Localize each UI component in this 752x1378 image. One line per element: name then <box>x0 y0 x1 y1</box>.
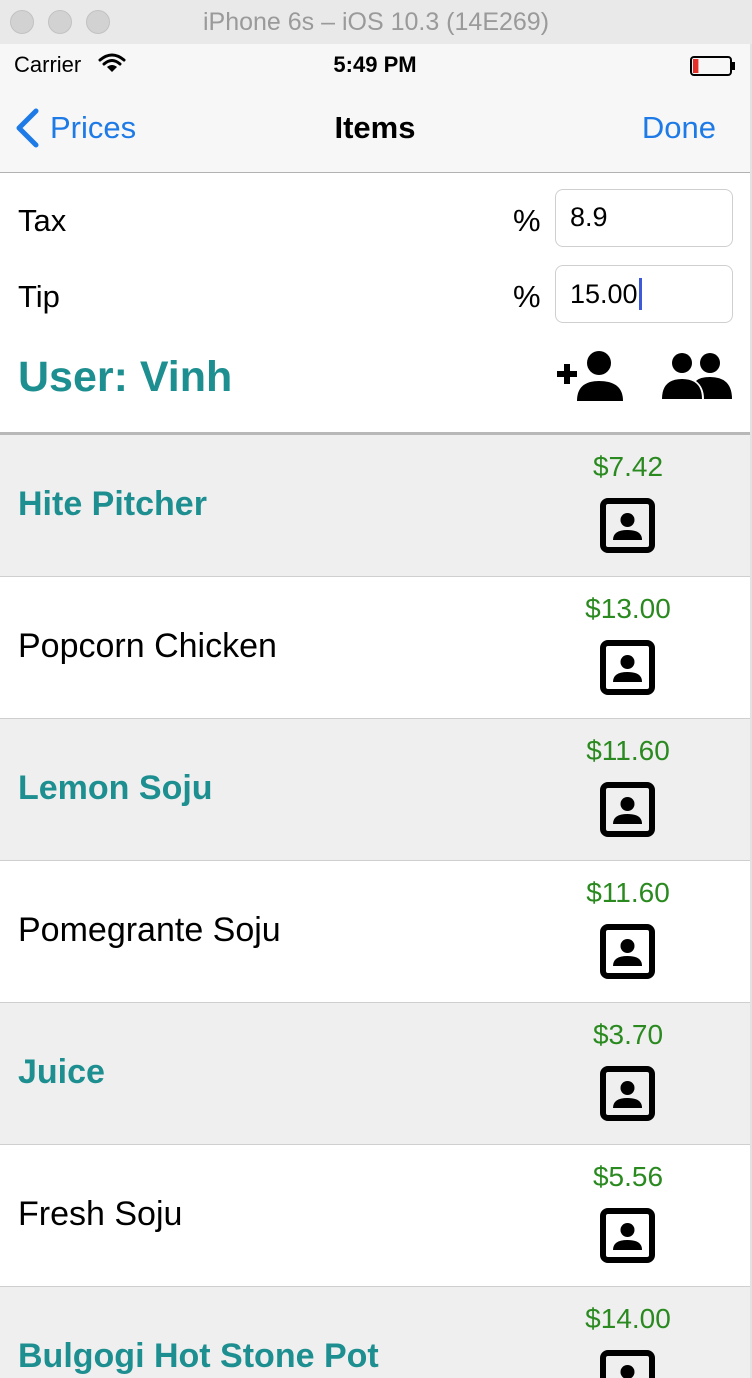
tax-input[interactable]: 8.9 <box>555 189 733 247</box>
item-price: $14.00 <box>585 1303 671 1334</box>
back-button-label: Prices <box>50 110 137 145</box>
battery-icon <box>690 56 735 76</box>
settings-panel: Tax % 8.9 Tip % 15.00 User: Vinh <box>0 173 750 432</box>
back-chevron-icon <box>16 108 39 148</box>
status-bar: Carrier 5:49 PM <box>0 44 750 84</box>
contact-icon[interactable] <box>600 1208 655 1263</box>
item-name: Popcorn Chicken <box>18 627 277 665</box>
group-icon[interactable] <box>660 351 732 401</box>
contact-icon[interactable] <box>600 498 655 553</box>
item-name: Bulgogi Hot Stone Pot <box>18 1337 379 1375</box>
list-item[interactable]: Pomegrante Soju $11.60 <box>0 861 750 1003</box>
list-item[interactable]: Lemon Soju $11.60 <box>0 719 750 861</box>
add-user-icon[interactable] <box>555 349 627 403</box>
contact-icon[interactable] <box>600 1066 655 1121</box>
tip-input[interactable]: 15.00 <box>555 265 733 323</box>
window-title: iPhone 6s – iOS 10.3 (14E269) <box>202 8 550 36</box>
item-price: $7.42 <box>592 451 664 482</box>
contact-icon[interactable] <box>600 782 655 837</box>
current-user-title: User: Vinh <box>18 353 233 401</box>
items-list: Hite Pitcher $7.42 Popcorn Chicken $13.0… <box>0 432 750 1378</box>
list-item[interactable]: Bulgogi Hot Stone Pot $14.00 <box>0 1287 750 1378</box>
simulator-title-bar: iPhone 6s – iOS 10.3 (14E269) <box>0 0 752 45</box>
list-item[interactable]: Popcorn Chicken $13.00 <box>0 577 750 719</box>
tax-label: Tax <box>18 203 67 238</box>
item-price: $13.00 <box>585 593 671 624</box>
item-price: $11.60 <box>586 735 670 766</box>
item-name: Hite Pitcher <box>18 485 207 523</box>
item-price: $3.70 <box>592 1019 664 1050</box>
tip-percent-label: % <box>513 279 541 314</box>
contact-icon[interactable] <box>600 1350 655 1378</box>
item-name: Fresh Soju <box>18 1195 183 1233</box>
tax-percent-label: % <box>513 203 541 238</box>
item-price: $11.60 <box>586 877 670 908</box>
navigation-bar: Prices Items Done <box>0 84 750 173</box>
tip-input-value: 15.00 <box>570 279 638 309</box>
tax-input-value: 8.9 <box>570 202 608 232</box>
item-name: Pomegrante Soju <box>18 911 281 949</box>
back-button[interactable]: Prices <box>14 106 136 150</box>
item-name: Lemon Soju <box>18 769 213 807</box>
list-item[interactable]: Hite Pitcher $7.42 <box>0 435 750 577</box>
contact-icon[interactable] <box>600 924 655 979</box>
tip-label: Tip <box>18 279 60 314</box>
list-item[interactable]: Fresh Soju $5.56 <box>0 1145 750 1287</box>
done-button[interactable]: Done <box>642 110 716 146</box>
contact-icon[interactable] <box>600 640 655 695</box>
item-price: $5.56 <box>592 1161 664 1192</box>
status-time: 5:49 PM <box>333 52 417 77</box>
text-caret <box>638 278 642 310</box>
list-item[interactable]: Juice $3.70 <box>0 1003 750 1145</box>
device-screen: Carrier 5:49 PM Prices Items Done Tax % … <box>0 44 752 1378</box>
item-name: Juice <box>18 1053 105 1091</box>
